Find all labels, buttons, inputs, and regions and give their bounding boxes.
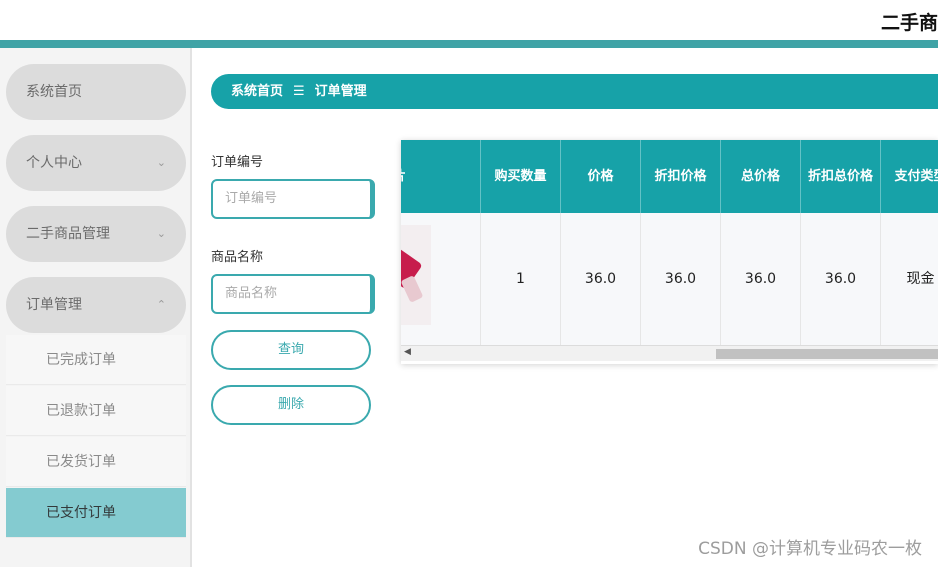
chevron-down-icon: ⌄ xyxy=(156,227,166,240)
breadcrumb-home-link[interactable]: 系统首页 xyxy=(231,84,283,99)
scrollbar-thumb[interactable] xyxy=(716,349,938,359)
table-cell-quantity: 1 xyxy=(481,213,561,345)
table-cell-image xyxy=(401,213,481,345)
menu-icon: ☰ xyxy=(293,84,305,99)
sidebar: 系统首页 个人中心 ⌄ 二手商品管理 ⌄ 订单管理 ⌃ 已完成订单 已退款订单 … xyxy=(0,48,192,567)
sidebar-item-label: 二手商品管理 xyxy=(26,226,110,242)
sidebar-subitem-label: 已支付订单 xyxy=(46,505,116,521)
sidebar-item-label: 系统首页 xyxy=(26,84,82,100)
table-header-payment-type: 支付类型 xyxy=(881,140,938,213)
horizontal-scrollbar[interactable]: ◀ xyxy=(401,345,938,361)
sidebar-subitem-label: 已完成订单 xyxy=(46,352,116,368)
product-name-label: 商品名称 xyxy=(211,250,264,265)
sidebar-item-label: 订单管理 xyxy=(26,297,82,313)
order-no-input[interactable]: 订单编号 xyxy=(211,179,375,219)
table-header-price: 价格 xyxy=(561,140,641,213)
sidebar-item-home[interactable]: 系统首页 xyxy=(6,64,186,120)
table-cell-payment-type: 现金 xyxy=(881,213,938,345)
sidebar-subitem-refunded-orders[interactable]: 已退款订单 xyxy=(6,386,186,436)
table-header-discount-total: 折扣总价格 xyxy=(801,140,881,213)
order-no-label: 订单编号 xyxy=(211,155,264,170)
sidebar-subitem-label: 已退款订单 xyxy=(46,403,116,419)
table-header-image: 片 xyxy=(401,140,481,213)
table-header-quantity: 购买数量 xyxy=(481,140,561,213)
table-header-row: 片 购买数量 价格 折扣价格 总价格 折扣总价格 支付类型 xyxy=(401,140,938,213)
chevron-down-icon: ⌄ xyxy=(156,156,166,169)
table-row[interactable]: 1 36.0 36.0 36.0 36.0 现金 xyxy=(401,213,938,345)
sidebar-item-order-management[interactable]: 订单管理 ⌃ xyxy=(6,277,186,333)
watermark: CSDN @计算机专业码农一枚 xyxy=(698,539,922,559)
table-header-discount-price: 折扣价格 xyxy=(641,140,721,213)
sidebar-subitem-paid-orders[interactable]: 已支付订单 xyxy=(6,488,186,538)
app-title: 二手商 xyxy=(880,12,938,34)
sidebar-item-label: 个人中心 xyxy=(26,155,82,171)
query-button[interactable]: 查询 xyxy=(211,330,371,370)
breadcrumb: 系统首页 ☰ 订单管理 xyxy=(211,74,938,109)
top-header: 二手商 xyxy=(0,0,938,42)
product-thumbnail xyxy=(401,225,431,325)
delete-button[interactable]: 删除 xyxy=(211,385,371,425)
sidebar-item-personal-center[interactable]: 个人中心 ⌄ xyxy=(6,135,186,191)
orders-table: 片 购买数量 价格 折扣价格 总价格 折扣总价格 支付类型 1 36.0 36.… xyxy=(401,140,938,364)
sidebar-item-product-management[interactable]: 二手商品管理 ⌄ xyxy=(6,206,186,262)
table-cell-discount-total: 36.0 xyxy=(801,213,881,345)
table-cell-total-price: 36.0 xyxy=(721,213,801,345)
table-header-total-price: 总价格 xyxy=(721,140,801,213)
breadcrumb-current: 订单管理 xyxy=(314,84,367,99)
table-cell-discount-price: 36.0 xyxy=(641,213,721,345)
sidebar-subitem-shipped-orders[interactable]: 已发货订单 xyxy=(6,437,186,487)
chevron-up-icon: ⌃ xyxy=(156,298,166,311)
header-accent-bar xyxy=(0,40,938,48)
table-cell-price: 36.0 xyxy=(561,213,641,345)
sidebar-subitem-completed-orders[interactable]: 已完成订单 xyxy=(6,335,186,385)
scroll-left-icon[interactable]: ◀ xyxy=(404,347,411,357)
product-name-input[interactable]: 商品名称 xyxy=(211,274,375,314)
sidebar-subitem-label: 已发货订单 xyxy=(46,454,116,470)
